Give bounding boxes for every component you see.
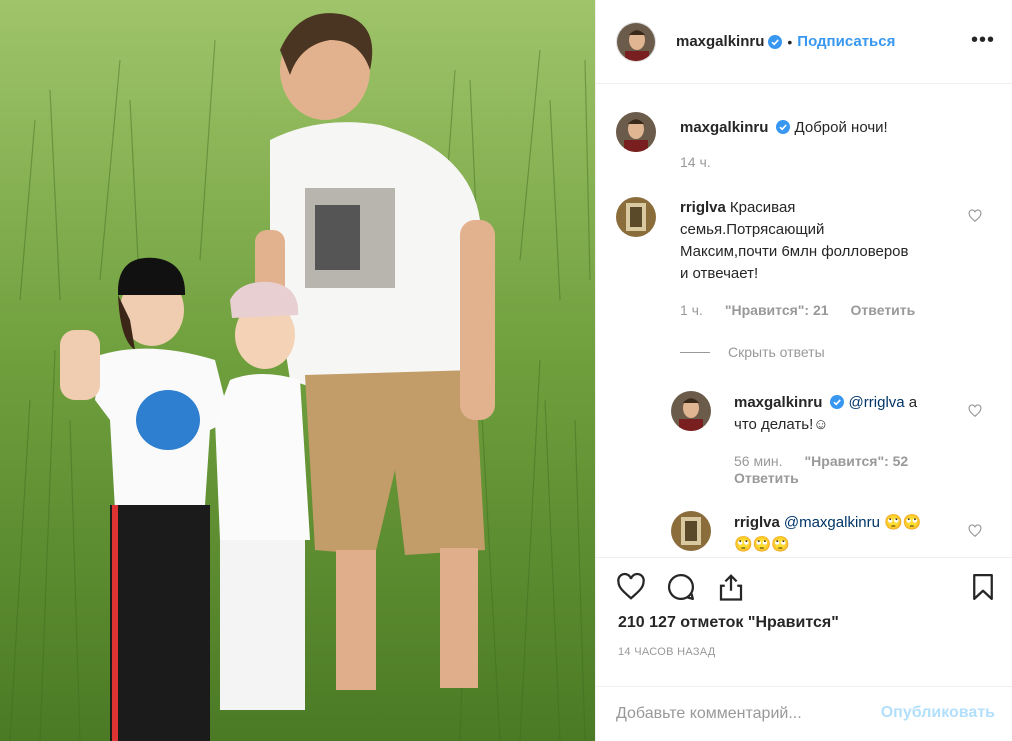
reply-likes[interactable]: "Нравится": 52 xyxy=(805,453,909,469)
reply-text-line: 🙄🙄🙄 xyxy=(734,536,791,553)
bookmark-icon[interactable] xyxy=(968,572,998,602)
reply-like-icon[interactable] xyxy=(968,524,982,538)
reply-mention[interactable]: @maxgalkinru xyxy=(784,514,880,531)
share-icon[interactable] xyxy=(716,572,746,602)
comment-time: 1 ч. xyxy=(680,302,703,318)
verified-icon xyxy=(768,34,783,49)
reply-time: 56 мин. xyxy=(734,453,783,469)
reply-row: maxgalkinru @rriglva а что делать!☺ xyxy=(671,391,949,436)
caption-row: maxgalkinru Доброй ночи! xyxy=(616,112,888,152)
reply-username[interactable]: maxgalkinru xyxy=(734,394,822,411)
comment-text-line: семья.Потрясающий xyxy=(680,221,825,238)
publish-button[interactable]: Опубликовать xyxy=(881,704,995,722)
post-photo-image xyxy=(0,0,595,741)
comment-text-line: Красивая xyxy=(729,199,796,216)
author-avatar[interactable] xyxy=(671,391,711,431)
reply-text-line: а xyxy=(908,394,918,411)
comment-like-icon[interactable] xyxy=(968,209,982,223)
reply-text-line: что делать!☺ xyxy=(734,416,829,433)
follow-button[interactable]: Подписаться xyxy=(797,33,895,50)
hide-replies-button[interactable]: Скрыть ответы xyxy=(680,344,825,360)
post-side-panel: maxgalkinru • Подписаться ••• maxgalkinr… xyxy=(595,0,1012,741)
hide-replies-label: Скрыть ответы xyxy=(728,344,825,360)
reply-row: rriglva @maxgalkinru 🙄🙄 🙄🙄🙄 xyxy=(671,511,949,556)
reply-like-icon[interactable] xyxy=(968,404,982,418)
verified-icon xyxy=(830,395,845,409)
comment-reply-button[interactable]: Ответить xyxy=(851,302,916,318)
comment-input[interactable] xyxy=(616,701,866,727)
verified-icon xyxy=(776,120,791,134)
separator-dot: • xyxy=(787,33,793,50)
comment-text-line: Максим,почти 6млн фолловеров xyxy=(680,243,909,260)
post-timestamp[interactable]: 14 ЧАСОВ НАЗАД xyxy=(618,646,716,658)
comment-row: rriglva Красивая семья.Потрясающий Максим… xyxy=(616,197,950,285)
commenter-avatar[interactable] xyxy=(671,511,711,551)
comment-text-line: и отвечает! xyxy=(680,265,759,282)
add-comment-bar: Опубликовать xyxy=(596,686,1012,741)
comments-list[interactable]: maxgalkinru Доброй ночи! 14 ч. rriglva Кр… xyxy=(596,85,1012,557)
reply-reply-button[interactable]: Ответить xyxy=(734,470,799,486)
post-header: maxgalkinru • Подписаться ••• xyxy=(596,0,1012,84)
post-actions: 210 127 отметок "Нравится" 14 ЧАСОВ НАЗА… xyxy=(596,557,1012,741)
reply-meta: 56 мин. "Нравится": 52 Ответить xyxy=(734,453,934,487)
commenter-avatar[interactable] xyxy=(616,197,656,237)
divider-line xyxy=(680,351,710,353)
reply-username[interactable]: rriglva xyxy=(734,514,780,531)
caption-username[interactable]: maxgalkinru xyxy=(680,119,768,136)
caption-time: 14 ч. xyxy=(680,154,711,170)
post-photo[interactable] xyxy=(0,0,595,741)
author-avatar[interactable] xyxy=(616,21,656,62)
more-icon[interactable]: ••• xyxy=(971,30,995,50)
commenter-username[interactable]: rriglva xyxy=(680,199,726,216)
caption-text: Доброй ночи! xyxy=(794,119,888,136)
author-username[interactable]: maxgalkinru xyxy=(676,33,764,50)
comment-meta: 1 ч. "Нравится": 21 Ответить xyxy=(680,302,937,318)
likes-count[interactable]: 210 127 отметок "Нравится" xyxy=(618,614,839,632)
comment-likes[interactable]: "Нравится": 21 xyxy=(725,302,829,318)
reply-text-line: 🙄🙄 xyxy=(884,514,922,531)
reply-mention[interactable]: @rriglva xyxy=(849,394,905,411)
heart-icon[interactable] xyxy=(616,572,646,602)
comment-icon[interactable] xyxy=(666,572,696,602)
author-avatar[interactable] xyxy=(616,112,656,152)
